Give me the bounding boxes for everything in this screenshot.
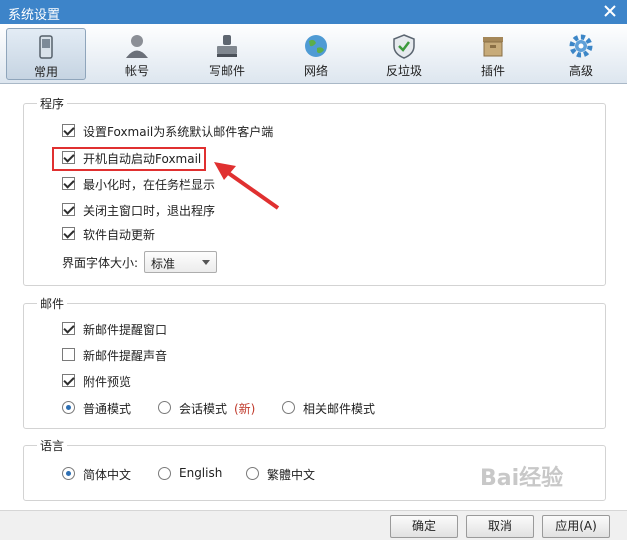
exit-on-close-checkbox[interactable] bbox=[62, 203, 75, 216]
attachment-preview-checkbox[interactable] bbox=[62, 374, 75, 387]
mail-group: 邮件 新邮件提醒窗口 新邮件提醒声音 附件预览 普通模式 会话模式 (新) 相关… bbox=[23, 295, 606, 429]
font-size-label: 界面字体大小: bbox=[62, 256, 139, 270]
stamp-icon bbox=[217, 35, 237, 57]
user-icon bbox=[126, 35, 148, 58]
shield-icon bbox=[393, 34, 415, 59]
mode-related-radio[interactable] bbox=[282, 401, 295, 414]
highlight-box bbox=[52, 147, 206, 171]
title-bar: 系统设置 bbox=[0, 0, 627, 24]
program-group: 程序 设置Foxmail为系统默认邮件客户端 开机自动启动Foxmail 最小化… bbox=[23, 95, 606, 286]
ok-button[interactable]: 确定 bbox=[390, 515, 458, 538]
tray-on-minimize-checkbox[interactable] bbox=[62, 177, 75, 190]
phone-icon bbox=[39, 35, 53, 59]
tab-network[interactable]: 网络 bbox=[276, 28, 356, 80]
window-title: 系统设置 bbox=[8, 8, 61, 23]
language-group-title: 语言 bbox=[37, 437, 68, 454]
lang-traditional-radio[interactable] bbox=[246, 467, 259, 480]
tab-advanced[interactable]: 高级 bbox=[541, 28, 621, 80]
mode-normal-radio[interactable] bbox=[62, 401, 75, 414]
program-group-title: 程序 bbox=[37, 95, 68, 112]
mail-group-title: 邮件 bbox=[37, 295, 68, 312]
apply-button[interactable]: 应用(A) bbox=[542, 515, 610, 538]
box-icon bbox=[483, 37, 503, 57]
font-size-select[interactable]: 标准 bbox=[144, 251, 217, 273]
new-badge: (新) bbox=[234, 402, 256, 416]
new-mail-sound-checkbox[interactable] bbox=[62, 348, 75, 361]
baidu-watermark: Bai经验 bbox=[480, 466, 564, 491]
tab-compose[interactable]: 写邮件 bbox=[187, 28, 267, 80]
annotation-arrow-icon bbox=[214, 162, 280, 210]
settings-toolbar: 常用 帐号 写邮件 网络 反垃圾 插件 高级 bbox=[0, 24, 627, 84]
lang-english-radio[interactable] bbox=[158, 467, 171, 480]
tab-antispam[interactable]: 反垃圾 bbox=[364, 28, 444, 80]
gear-icon bbox=[569, 34, 593, 58]
tab-general[interactable]: 常用 bbox=[6, 28, 86, 80]
new-mail-window-checkbox[interactable] bbox=[62, 322, 75, 335]
cancel-button[interactable]: 取消 bbox=[466, 515, 534, 538]
globe-icon bbox=[305, 35, 327, 57]
chevron-down-icon bbox=[202, 260, 210, 265]
tab-account[interactable]: 帐号 bbox=[97, 28, 177, 80]
tab-plugins[interactable]: 插件 bbox=[453, 28, 533, 80]
lang-simplified-radio[interactable] bbox=[62, 467, 75, 480]
mode-conversation-radio[interactable] bbox=[158, 401, 171, 414]
default-client-checkbox[interactable] bbox=[62, 124, 75, 137]
auto-update-checkbox[interactable] bbox=[62, 227, 75, 240]
dialog-footer: 确定 取消 应用(A) bbox=[0, 510, 627, 540]
close-icon[interactable] bbox=[601, 2, 619, 20]
